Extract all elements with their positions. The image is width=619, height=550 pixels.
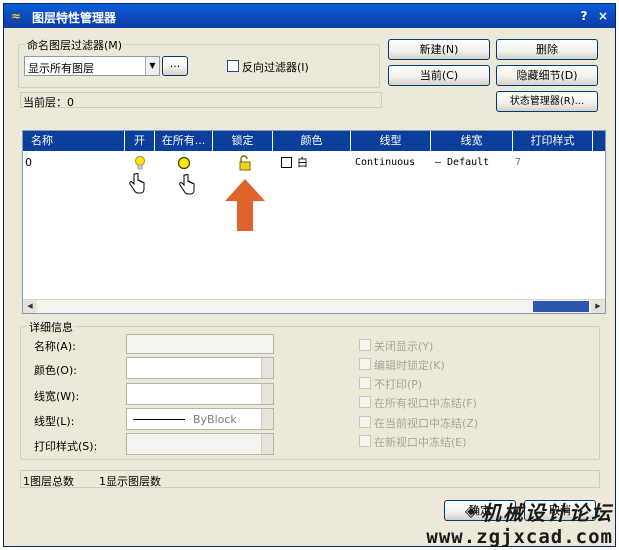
total-layers-count: 1图层总数 xyxy=(23,475,74,488)
scroll-thumb[interactable] xyxy=(533,301,589,312)
column-lineweight[interactable]: 线宽 xyxy=(431,131,513,151)
column-on[interactable]: 开 xyxy=(125,131,155,151)
title-bar[interactable]: ≈ 图层特性管理器 ? × xyxy=(4,4,615,28)
new-layer-button[interactable]: 新建(N) xyxy=(388,39,490,60)
linetype-select-value: ByBlock xyxy=(193,413,237,426)
option-lock-label: 编辑时锁定(K) xyxy=(374,359,445,372)
column-freeze-all[interactable]: 在所有... xyxy=(155,131,213,151)
option-freeze-new-label: 在新视口中冻结(E) xyxy=(374,436,467,449)
linetype-preview-line xyxy=(133,419,185,420)
layer-filter-value: 显示所有图层 xyxy=(28,62,94,75)
status-bar: 1图层总数 1显示图层数 xyxy=(20,470,600,488)
help-button[interactable]: ? xyxy=(577,9,591,23)
layer-name-cell[interactable]: 0 xyxy=(25,155,32,171)
detail-name-input[interactable] xyxy=(126,334,274,354)
color-value: 白 xyxy=(297,156,308,169)
watermark-logo-icon: ◈ xyxy=(464,501,478,520)
site-watermark: ◈ 机械设计论坛 www.zgjxcad.com xyxy=(426,497,613,548)
horizontal-scrollbar[interactable]: ◀ ▶ xyxy=(23,299,605,313)
close-button[interactable]: × xyxy=(596,9,610,23)
layer-list-header: 名称 开 在所有... 锁定 颜色 线型 线宽 打印样式 xyxy=(23,131,605,151)
linetype-value[interactable]: Continuous xyxy=(355,155,415,171)
detail-lineweight-select[interactable] xyxy=(126,383,274,405)
layer-list[interactable]: 名称 开 在所有... 锁定 颜色 线型 线宽 打印样式 0 白 Continu… xyxy=(22,130,606,314)
details-group-label: 详细信息 xyxy=(27,319,75,335)
option-freeze-current-checkbox[interactable] xyxy=(359,416,371,428)
column-color[interactable]: 颜色 xyxy=(273,131,351,151)
details-group: 详细信息 xyxy=(20,319,600,460)
color-swatch[interactable] xyxy=(281,157,292,168)
watermark-name: 机械设计论坛 xyxy=(481,501,613,525)
state-manager-button[interactable]: 状态管理器(R)... xyxy=(496,91,598,112)
option-freeze-new-checkbox[interactable] xyxy=(359,435,371,447)
hand-cursor-icon xyxy=(179,174,195,195)
detail-plotstyle-select[interactable] xyxy=(126,433,274,455)
plotstyle-value: 7 xyxy=(515,157,522,168)
layer-properties-manager-window: ≈ 图层特性管理器 ? × 命名图层过滤器(M) 显示所有图层 ▼ ... 反向… xyxy=(3,3,616,547)
hide-details-button[interactable]: 隐藏细节(D) xyxy=(496,65,598,86)
hand-cursor-icon xyxy=(129,173,145,194)
option-freeze-all-checkbox[interactable] xyxy=(359,396,371,408)
column-linetype[interactable]: 线型 xyxy=(351,131,431,151)
sun-icon[interactable] xyxy=(177,156,191,170)
invert-filter-checkbox[interactable] xyxy=(227,60,239,72)
light-bulb-icon[interactable] xyxy=(134,155,146,171)
delete-layer-button[interactable]: 删除 xyxy=(496,39,598,60)
layer-filter-select[interactable]: 显示所有图层 ▼ xyxy=(24,56,160,76)
scroll-right-icon[interactable]: ▶ xyxy=(591,300,605,313)
window-title: 图层特性管理器 xyxy=(32,11,117,25)
watermark-url: www.zgjxcad.com xyxy=(426,526,613,548)
invert-filter-label: 反向过滤器(I) xyxy=(242,61,309,74)
detail-plotstyle-label: 打印样式(S): xyxy=(34,440,98,453)
unlocked-padlock-icon[interactable] xyxy=(238,155,252,171)
option-freeze-all-label: 在所有视口中冻结(F) xyxy=(374,397,477,410)
lineweight-value[interactable]: — Default xyxy=(435,155,489,171)
shown-layers-count: 1显示图层数 xyxy=(99,475,161,488)
chevron-down-icon[interactable]: ▼ xyxy=(145,57,159,75)
app-icon: ≈ xyxy=(11,9,22,23)
detail-linetype-label: 线型(L): xyxy=(34,415,75,428)
red-arrow-up-icon xyxy=(225,179,265,231)
option-noplot-label: 不打印(P) xyxy=(374,378,423,391)
detail-linetype-select[interactable]: ByBlock xyxy=(126,408,274,430)
detail-name-label: 名称(A): xyxy=(34,340,76,353)
detail-lineweight-label: 线宽(W): xyxy=(34,390,80,403)
option-lock-checkbox[interactable] xyxy=(359,358,371,370)
filter-browse-button[interactable]: ... xyxy=(162,56,188,76)
column-lock[interactable]: 锁定 xyxy=(213,131,273,151)
option-hide-label: 关闭显示(Y) xyxy=(374,340,434,353)
set-current-button[interactable]: 当前(C) xyxy=(388,65,490,86)
current-layer-text: 当前层：0 xyxy=(23,96,74,109)
filter-group-label: 命名图层过滤器(M) xyxy=(25,37,125,53)
option-noplot-checkbox[interactable] xyxy=(359,377,371,389)
column-name[interactable]: 名称 xyxy=(23,131,125,151)
detail-color-select[interactable] xyxy=(126,357,274,379)
detail-color-label: 颜色(O): xyxy=(34,364,77,377)
option-freeze-current-label: 在当前视口中冻结(Z) xyxy=(374,417,479,430)
column-plotstyle[interactable]: 打印样式 xyxy=(513,131,593,151)
current-layer-field: 当前层：0 xyxy=(20,92,382,109)
scroll-left-icon[interactable]: ◀ xyxy=(23,300,37,313)
option-hide-checkbox[interactable] xyxy=(359,339,371,351)
